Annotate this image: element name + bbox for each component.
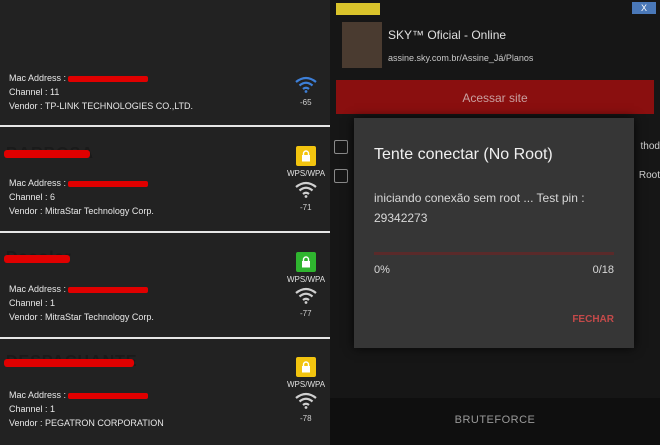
ad-thumbnail[interactable]	[342, 22, 382, 68]
wifi-signal-icon	[295, 287, 317, 304]
channel: Channel : 6	[9, 192, 56, 202]
ssid-redaction	[4, 150, 90, 158]
security-type: WPS/WPA	[287, 275, 326, 284]
vendor: Vendor : MitraStar Technology Corp.	[9, 312, 154, 322]
security-type: WPS/WPA	[287, 169, 326, 178]
security-type: WPS/WPA	[287, 380, 326, 389]
connect-dialog: Tente conectar (No Root) iniciando conex…	[354, 118, 634, 348]
option-checkbox[interactable]	[334, 140, 348, 154]
wifi-signal-icon	[295, 76, 317, 93]
mac-label: Mac Address :	[9, 284, 67, 294]
mac-address: Mac Address :	[9, 389, 149, 401]
vendor: Vendor : TP-LINK TECHNOLOGIES CO.,LTD.	[9, 101, 194, 111]
signal-strength: -78	[300, 414, 312, 423]
mac-redaction	[68, 75, 149, 82]
signal-strength: -65	[300, 98, 312, 107]
signal-strength: -71	[300, 203, 312, 212]
option-checkbox[interactable]	[334, 169, 348, 183]
ssid-redaction	[4, 255, 70, 263]
mac-redaction	[68, 286, 149, 293]
bruteforce-button[interactable]: BRUTEFORCE	[330, 414, 660, 426]
option-label: Root	[638, 170, 660, 181]
wifi-signal-icon	[295, 181, 317, 198]
progress-percent: 0%	[374, 264, 390, 276]
mac-label: Mac Address :	[9, 390, 67, 400]
network-list: Mac Address : Channel : 11 Vendor : TP-L…	[0, 0, 330, 445]
close-button[interactable]: FECHAR	[572, 314, 614, 325]
channel: Channel : 1	[9, 298, 56, 308]
signal-strength: -77	[300, 309, 312, 318]
mac-redaction	[68, 180, 149, 187]
mac-address: Mac Address :	[9, 177, 149, 189]
progress-bar	[374, 252, 614, 255]
bottom-bar: BRUTEFORCE	[330, 398, 660, 445]
vendor: Vendor : MitraStar Technology Corp.	[9, 206, 154, 216]
lock-icon	[296, 146, 316, 166]
lock-icon	[296, 252, 316, 272]
mac-redaction	[68, 392, 149, 399]
dialog-title: Tente conectar (No Root)	[374, 146, 553, 163]
channel: Channel : 11	[9, 87, 60, 97]
mac-address: Mac Address :	[9, 72, 149, 84]
app-screen: X SKY™ Oficial - Online assine.sky.com.b…	[330, 0, 660, 445]
network-item[interactable]: Decolar Mac Address : Channel : 1 Vendor…	[0, 233, 330, 337]
ad-visit-button[interactable]: Acessar site	[336, 80, 654, 114]
network-item[interactable]: Mac Address : Channel : 11 Vendor : TP-L…	[0, 0, 330, 111]
ad-title[interactable]: SKY™ Oficial - Online	[388, 28, 506, 42]
wifi-signal-icon	[295, 392, 317, 409]
channel: Channel : 1	[9, 404, 56, 414]
mac-label: Mac Address :	[9, 178, 67, 188]
ad-badge	[336, 3, 380, 15]
network-item[interactable]: BARBOSA Mac Address : Channel : 6 Vendor…	[0, 127, 330, 231]
vendor: Vendor : PEGATRON CORPORATION	[9, 418, 164, 428]
close-icon[interactable]: X	[632, 2, 656, 14]
ad-url[interactable]: assine.sky.com.br/Assine_Já/Planos	[388, 53, 533, 63]
network-item[interactable]: DESPACHANTE Mac Address : Channel : 1 Ve…	[0, 339, 330, 443]
ssid-redaction	[4, 359, 134, 367]
option-label: thod	[640, 141, 660, 152]
mac-label: Mac Address :	[9, 73, 67, 83]
dialog-message: iniciando conexão sem root ... Test pin …	[374, 191, 585, 225]
lock-icon	[296, 357, 316, 377]
progress-count: 0/18	[592, 264, 614, 276]
mac-address: Mac Address :	[9, 283, 149, 295]
